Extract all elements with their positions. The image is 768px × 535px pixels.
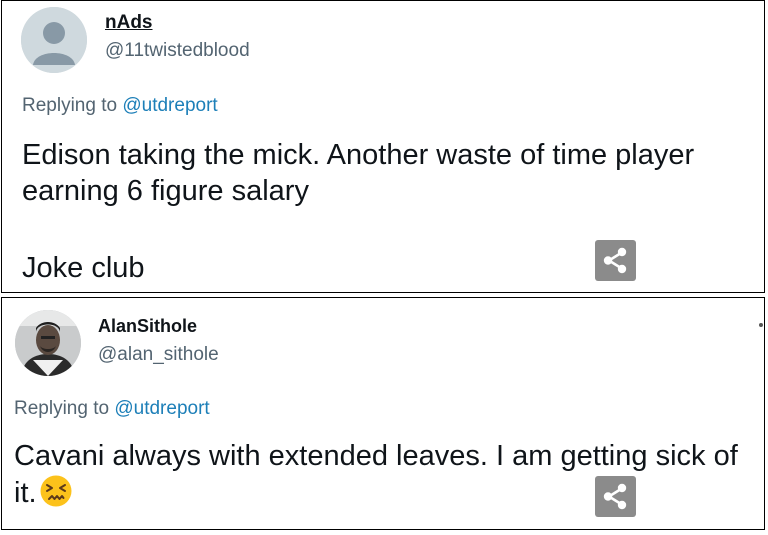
avatar[interactable]	[21, 7, 87, 73]
user-name[interactable]: AlanSithole	[98, 316, 197, 337]
reply-context: Replying to @utdreport	[14, 398, 210, 420]
share-button[interactable]	[595, 476, 636, 517]
tweet-text-extra: Joke club	[22, 252, 145, 284]
share-icon	[603, 483, 627, 510]
default-profile-icon	[21, 7, 87, 73]
reply-mention-link[interactable]: @utdreport	[114, 398, 209, 419]
tweet-card: AlanSithole @alan_sithole Replying to @u…	[1, 297, 765, 530]
reply-context: Replying to @utdreport	[22, 95, 218, 117]
reply-mention-link[interactable]: @utdreport	[122, 95, 217, 116]
confounded-face-emoji	[39, 474, 73, 508]
tweet-card: nAds @11twistedblood Replying to @utdrep…	[1, 0, 765, 293]
tweet-text: Cavani always with extended leaves. I am…	[14, 438, 764, 511]
share-button[interactable]	[595, 240, 636, 281]
tweet-text: Edison taking the mick. Another waste of…	[22, 139, 703, 207]
reply-prefix: Replying to	[14, 398, 110, 419]
user-handle[interactable]: @11twistedblood	[105, 40, 250, 62]
user-photo	[15, 310, 81, 376]
user-name[interactable]: nAds	[105, 12, 153, 34]
tweet-text-content: Cavani always with extended leaves. I am…	[14, 440, 746, 509]
share-icon	[603, 247, 627, 274]
avatar[interactable]	[15, 310, 81, 376]
reply-prefix: Replying to	[22, 95, 118, 116]
user-handle[interactable]: @alan_sithole	[98, 344, 219, 366]
more-options-icon[interactable]	[759, 323, 763, 327]
